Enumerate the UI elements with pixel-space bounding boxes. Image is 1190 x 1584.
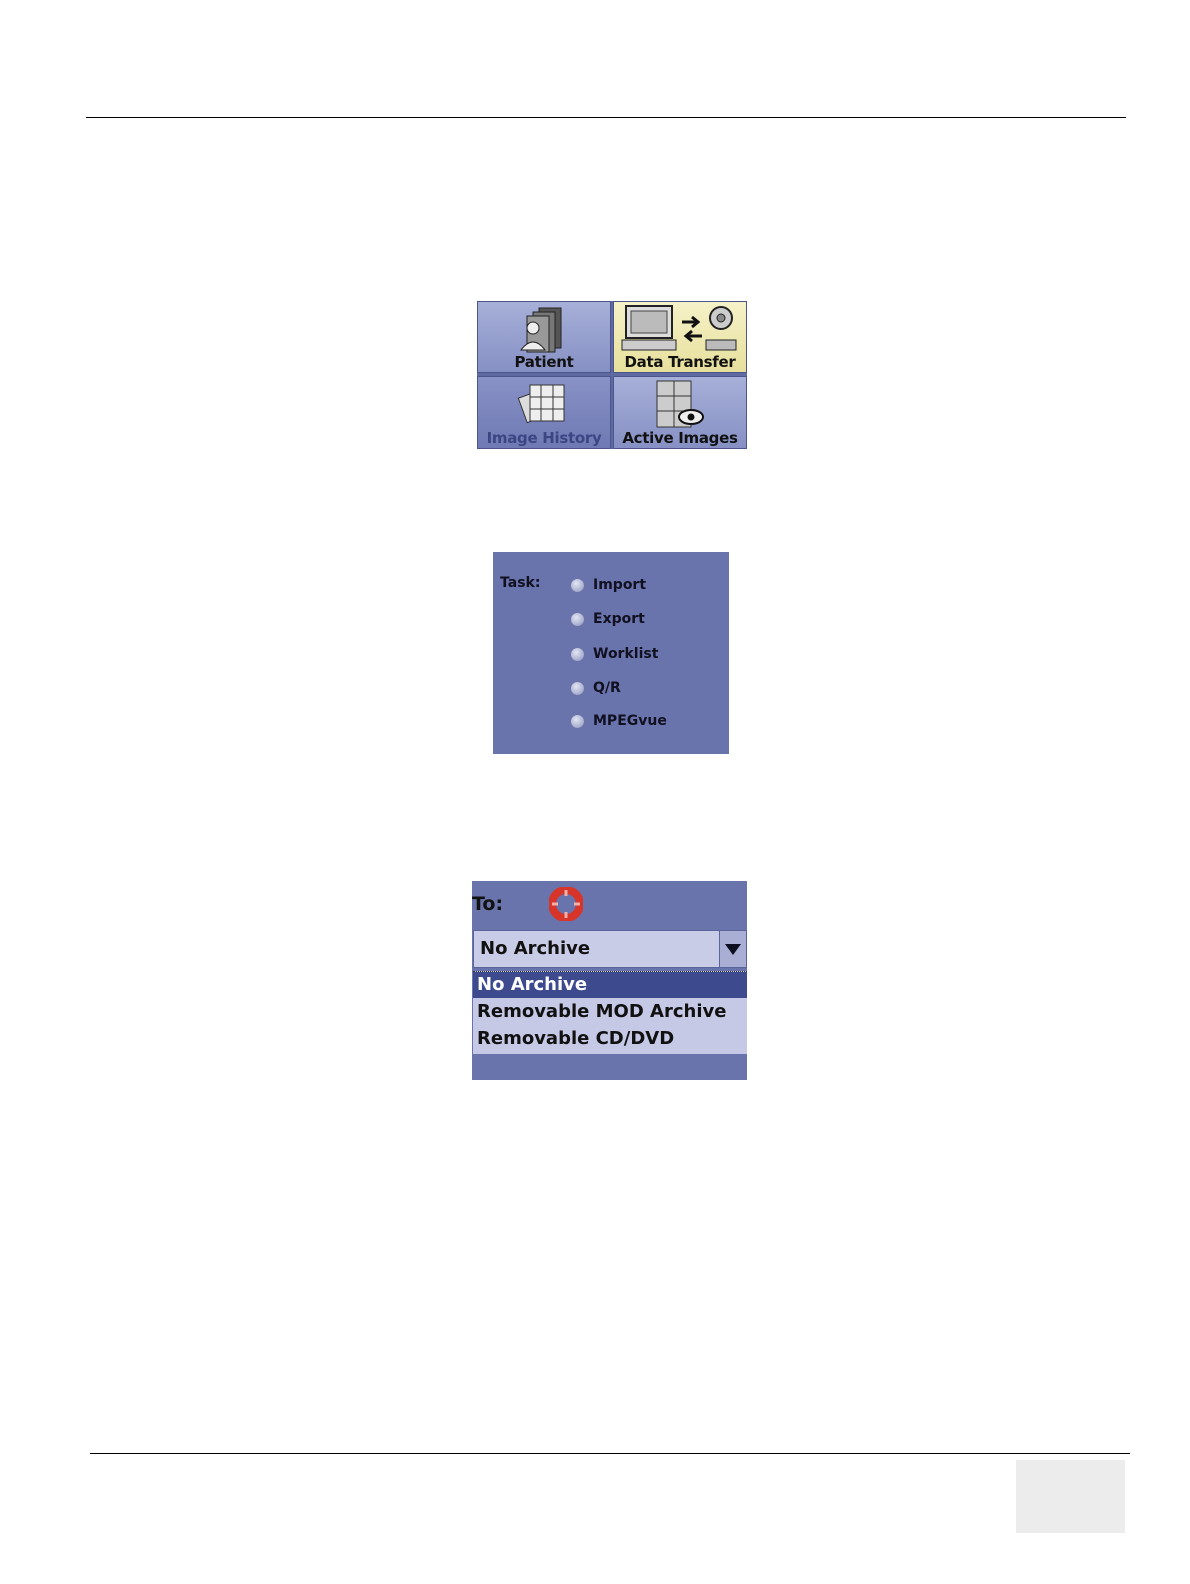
radio-label: Q/R xyxy=(593,680,621,696)
radio-mpegvue[interactable]: MPEGvue xyxy=(570,711,667,731)
radio-label: Import xyxy=(593,577,647,593)
to-label: To: xyxy=(472,893,504,915)
radio-label: MPEGvue xyxy=(593,713,667,729)
task-panel: Task: Import Export Worklist Q/R MPEGvue xyxy=(493,552,729,754)
patient-folder-icon xyxy=(519,307,562,353)
lifebuoy-icon[interactable] xyxy=(549,887,583,921)
radio-worklist[interactable]: Worklist xyxy=(570,644,658,664)
archive-select[interactable]: No Archive xyxy=(473,930,747,968)
header-rule xyxy=(86,117,1126,118)
archive-option-no-archive[interactable]: No Archive xyxy=(473,972,747,998)
tab-label: Image History xyxy=(486,429,602,447)
tab-active-images[interactable]: Active Images xyxy=(613,376,747,449)
radio-qr[interactable]: Q/R xyxy=(570,678,621,698)
radio-button[interactable] xyxy=(570,680,585,696)
tab-panel: Patient Data Transfer Image History Acti… xyxy=(477,301,747,449)
radio-button[interactable] xyxy=(570,646,585,662)
tab-patient[interactable]: Patient xyxy=(477,301,611,373)
chevron-down-icon[interactable] xyxy=(719,931,746,967)
task-label: Task: xyxy=(500,575,541,591)
tab-label: Active Images xyxy=(622,429,738,447)
radio-export[interactable]: Export xyxy=(570,609,645,629)
footer-rule xyxy=(90,1453,1130,1454)
archive-select-value: No Archive xyxy=(480,938,591,959)
page-number-box xyxy=(1016,1460,1125,1533)
radio-button[interactable] xyxy=(570,611,585,627)
image-history-icon xyxy=(517,384,565,424)
radio-label: Worklist xyxy=(593,646,659,662)
archive-option-mod[interactable]: Removable MOD Archive xyxy=(473,999,747,1025)
archive-panel: To: No Archive No Archive Removable MOD … xyxy=(472,881,747,1080)
tab-image-history[interactable]: Image History xyxy=(477,376,611,449)
radio-import[interactable]: Import xyxy=(570,575,646,595)
radio-button[interactable] xyxy=(570,577,585,593)
tab-label: Data Transfer xyxy=(624,353,736,371)
tab-data-transfer[interactable]: Data Transfer xyxy=(613,301,747,373)
tab-label: Patient xyxy=(514,353,574,371)
radio-label: Export xyxy=(593,611,645,627)
active-images-icon xyxy=(656,380,704,428)
data-transfer-icon xyxy=(621,305,737,351)
radio-button[interactable] xyxy=(570,713,585,729)
archive-dropdown-list: No Archive Removable MOD Archive Removab… xyxy=(473,971,747,1054)
archive-option-cd-dvd[interactable]: Removable CD/DVD xyxy=(473,1026,747,1052)
